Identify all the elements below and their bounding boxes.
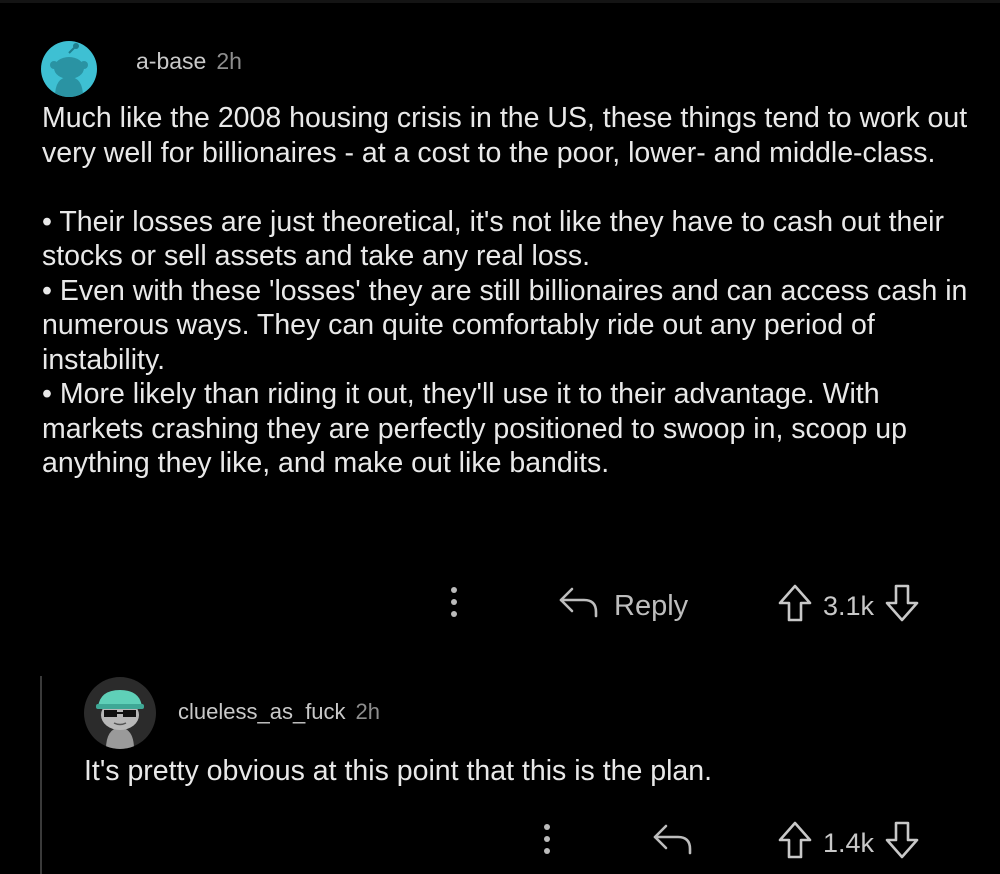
downvote-arrow-icon[interactable]: [884, 820, 920, 867]
comment-body: Much like the 2008 housing crisis in the…: [42, 101, 972, 481]
reply-button[interactable]: [652, 822, 694, 864]
vote-score: 3.1k: [823, 591, 875, 621]
username[interactable]: clueless_as_fuck: [178, 699, 346, 725]
comment-body: It's pretty obvious at this point that t…: [84, 755, 713, 787]
comment-meta: clueless_as_fuck 2h: [178, 699, 380, 725]
vote-controls: 1.4k: [777, 820, 920, 867]
thread-line[interactable]: [40, 676, 42, 874]
snoo-avatar-icon[interactable]: [41, 41, 97, 97]
reply-arrow-icon: [652, 822, 694, 864]
comment-bullet: • More likely than riding it out, they'l…: [42, 378, 907, 479]
reply-button[interactable]: Reply: [558, 585, 688, 627]
comment-bullet: • Their losses are just theoretical, it'…: [42, 205, 945, 273]
timestamp: 2h: [355, 699, 381, 724]
comment: a-base 2h Much like the 2008 housing cri…: [0, 0, 1000, 660]
more-options-icon[interactable]: [542, 824, 552, 854]
reply-label: Reply: [614, 589, 689, 622]
comment-bullet: • Even with these 'losses' they are stil…: [42, 274, 968, 376]
vote-score: 1.4k: [823, 828, 875, 858]
comment-meta: a-base 2h: [136, 48, 242, 75]
snoo-sunglasses-avatar-icon[interactable]: [84, 677, 156, 749]
upvote-arrow-icon[interactable]: [777, 583, 813, 630]
vote-controls: 3.1k: [777, 583, 920, 630]
comment-paragraph: Much like the 2008 housing crisis in the…: [42, 102, 968, 169]
reply-arrow-icon: [558, 585, 600, 627]
timestamp: 2h: [216, 48, 242, 74]
downvote-arrow-icon[interactable]: [884, 583, 920, 630]
upvote-arrow-icon[interactable]: [777, 820, 813, 867]
username[interactable]: a-base: [136, 48, 206, 75]
more-options-icon[interactable]: [449, 587, 459, 617]
